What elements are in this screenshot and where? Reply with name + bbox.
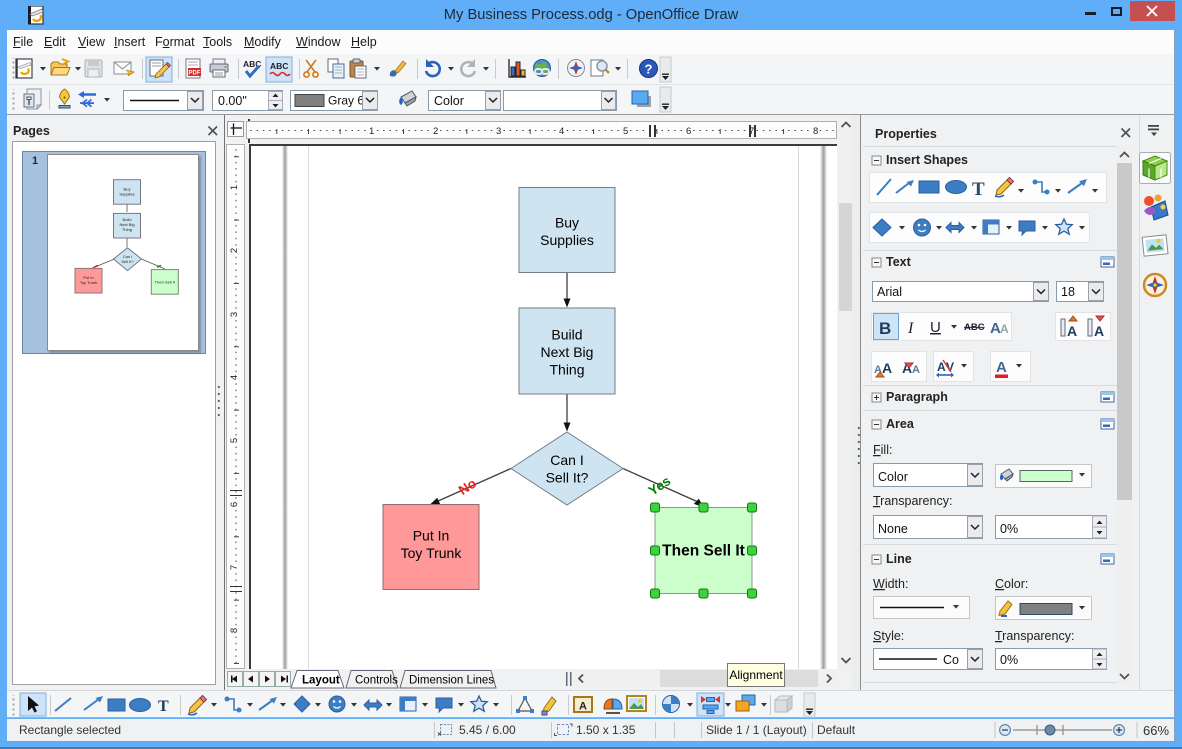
svg-text:Area: Area: [886, 417, 915, 431]
svg-text:Style:: Style:: [873, 629, 904, 643]
svg-text:Thing: Thing: [549, 361, 584, 377]
svg-text:Toy Trunk: Toy Trunk: [401, 545, 463, 561]
svg-text:Width:: Width:: [873, 577, 908, 591]
svg-text:Can I: Can I: [550, 452, 583, 468]
svg-text:Text: Text: [886, 255, 912, 269]
svg-text:A: A: [996, 359, 1007, 376]
svg-text:PDF: PDF: [189, 71, 201, 77]
svg-text:Put In: Put In: [413, 527, 450, 543]
svg-text:A: A: [912, 364, 920, 376]
svg-text:Sell It?: Sell It?: [546, 469, 589, 485]
svg-text:T: T: [972, 179, 985, 200]
svg-text:No: No: [456, 475, 479, 498]
svg-text:Buy: Buy: [555, 214, 579, 230]
svg-text:A: A: [1067, 323, 1077, 339]
svg-text:Then Sell It: Then Sell It: [155, 280, 176, 285]
svg-text:None: None: [878, 522, 908, 536]
svg-text:Toy Trunk: Toy Trunk: [80, 280, 97, 285]
svg-text:A: A: [937, 360, 946, 374]
svg-text:Supplies: Supplies: [119, 192, 134, 197]
svg-text:A: A: [874, 364, 882, 376]
svg-text:0.00": 0.00": [218, 94, 247, 108]
svg-text:Transparency:: Transparency:: [995, 629, 1074, 643]
svg-text:A: A: [882, 360, 892, 376]
svg-text:Dimension Lines: Dimension Lines: [409, 675, 494, 687]
svg-text:Co: Co: [943, 653, 959, 667]
svg-text:ABC: ABC: [964, 322, 985, 333]
svg-text:Next Big: Next Big: [541, 344, 594, 360]
svg-text:A: A: [902, 360, 912, 376]
svg-text:Line: Line: [886, 552, 912, 566]
svg-text:Then Sell It: Then Sell It: [662, 542, 745, 559]
svg-text:Color: Color: [434, 94, 464, 108]
svg-text:Arial: Arial: [877, 285, 902, 299]
svg-text:Sell It?: Sell It?: [121, 259, 134, 264]
svg-text:?: ?: [645, 62, 653, 77]
svg-text:Transparency:: Transparency:: [873, 494, 952, 508]
svg-text:Yes: Yes: [646, 473, 674, 498]
svg-text:Fill:: Fill:: [873, 443, 892, 457]
svg-text:A: A: [1094, 323, 1104, 339]
svg-text:0%: 0%: [1000, 522, 1018, 536]
svg-text:Supplies: Supplies: [540, 232, 594, 248]
svg-text:U: U: [930, 319, 941, 336]
svg-text:A: A: [990, 320, 1001, 337]
svg-text:T: T: [158, 698, 169, 715]
svg-text:0%: 0%: [1000, 653, 1018, 667]
svg-text:Insert Shapes: Insert Shapes: [886, 153, 968, 167]
svg-text:B: B: [879, 319, 891, 338]
svg-text:Thing: Thing: [122, 227, 132, 232]
svg-text:Paragraph: Paragraph: [886, 390, 948, 404]
svg-text:Layout: Layout: [302, 675, 340, 687]
svg-text:ABC: ABC: [270, 61, 288, 71]
svg-text:Controls: Controls: [355, 675, 398, 687]
svg-text:Color:: Color:: [995, 577, 1028, 591]
svg-text:V: V: [946, 360, 954, 374]
svg-text:Gray 6: Gray 6: [328, 94, 364, 108]
svg-text:Color: Color: [878, 470, 908, 484]
svg-text:I: I: [907, 320, 914, 337]
svg-text:18: 18: [1061, 285, 1075, 299]
svg-text:A: A: [1000, 322, 1009, 336]
svg-text:A: A: [579, 701, 587, 713]
svg-text:Build: Build: [551, 326, 582, 342]
